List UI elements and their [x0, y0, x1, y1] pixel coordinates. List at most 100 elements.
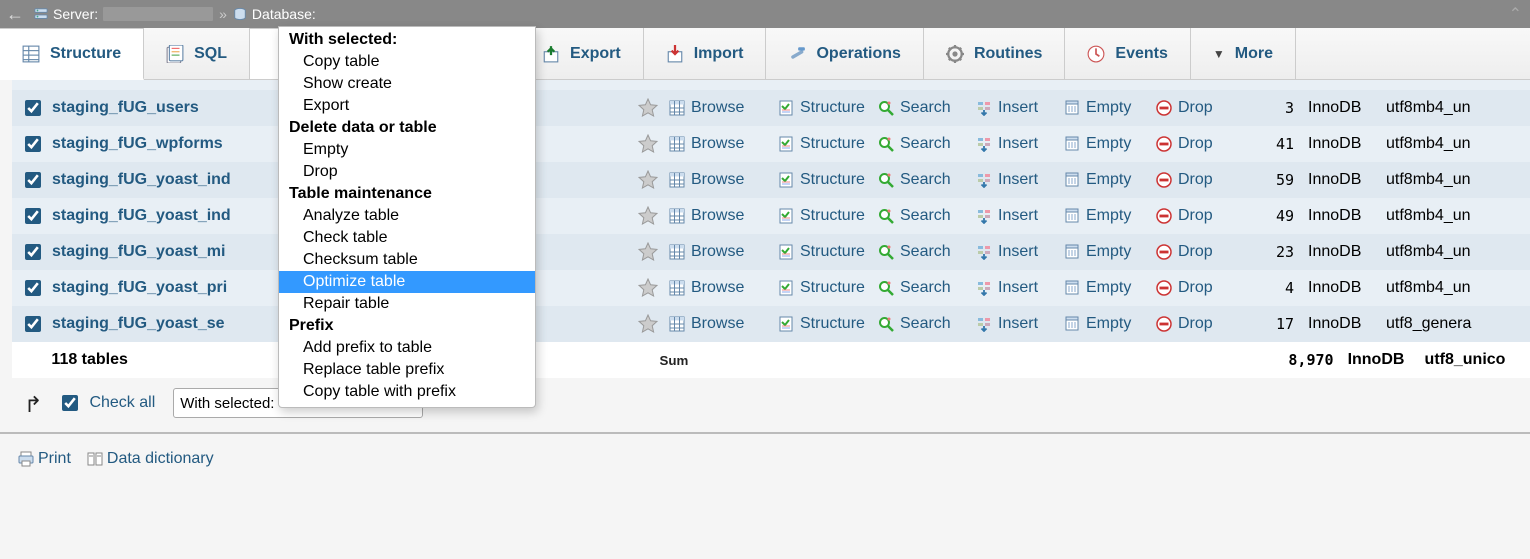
drop-link[interactable]: Drop: [1156, 315, 1240, 333]
structure-link[interactable]: Structure: [778, 243, 878, 261]
search-link[interactable]: Search: [878, 99, 976, 117]
favorite-star-icon[interactable]: [638, 134, 658, 154]
browse-link[interactable]: Browse: [669, 135, 778, 153]
search-link[interactable]: Search: [878, 279, 976, 297]
dropdown-item[interactable]: Drop: [279, 161, 535, 183]
tab-routines[interactable]: Routines: [924, 28, 1065, 79]
row-checkbox[interactable]: [25, 316, 41, 332]
tab-events[interactable]: Events: [1065, 28, 1190, 79]
dropdown-item[interactable]: Optimize table: [279, 271, 535, 293]
browse-icon: [669, 244, 685, 260]
data-dictionary-label: Data dictionary: [107, 450, 214, 468]
page-settings-icon[interactable]: [1478, 4, 1496, 25]
row-checkbox[interactable]: [25, 244, 41, 260]
browse-link[interactable]: Browse: [669, 315, 778, 333]
tab-label: Routines: [974, 45, 1042, 63]
browse-link[interactable]: Browse: [669, 99, 778, 117]
tab-structure[interactable]: Structure: [0, 28, 144, 80]
dropdown-item[interactable]: Analyze table: [279, 205, 535, 227]
dropdown-item[interactable]: Repair table: [279, 293, 535, 315]
empty-icon: [1064, 280, 1080, 296]
row-checkbox[interactable]: [25, 100, 41, 116]
drop-link[interactable]: Drop: [1156, 207, 1240, 225]
insert-link[interactable]: Insert: [976, 135, 1064, 153]
empty-link[interactable]: Empty: [1064, 315, 1156, 333]
search-link[interactable]: Search: [878, 171, 976, 189]
print-label: Print: [38, 450, 71, 468]
dropdown-item[interactable]: Copy table with prefix: [279, 381, 535, 403]
drop-link[interactable]: Drop: [1156, 99, 1240, 117]
browse-link[interactable]: Browse: [669, 279, 778, 297]
row-count: 59: [1240, 171, 1298, 189]
insert-link[interactable]: Insert: [976, 171, 1064, 189]
row-count: 41: [1240, 135, 1298, 153]
server-segment[interactable]: Server:: [34, 6, 213, 22]
export-icon: [542, 45, 560, 63]
structure-link[interactable]: Structure: [778, 171, 878, 189]
dropdown-item[interactable]: Add prefix to table: [279, 337, 535, 359]
structure-link[interactable]: Structure: [778, 99, 878, 117]
favorite-star-icon[interactable]: [638, 98, 658, 118]
empty-link[interactable]: Empty: [1064, 207, 1156, 225]
search-link[interactable]: Search: [878, 135, 976, 153]
browse-link[interactable]: Browse: [669, 207, 778, 225]
row-checkbox[interactable]: [25, 136, 41, 152]
insert-link[interactable]: Insert: [976, 99, 1064, 117]
favorite-star-icon[interactable]: [638, 314, 658, 334]
table-row: staging_fUG_yoast_se Browse Structure Se…: [12, 306, 1530, 342]
row-checkbox[interactable]: [25, 172, 41, 188]
dropdown-item[interactable]: Copy table: [279, 51, 535, 73]
dropdown-item[interactable]: Show create: [279, 73, 535, 95]
insert-link[interactable]: Insert: [976, 315, 1064, 333]
insert-link[interactable]: Insert: [976, 279, 1064, 297]
empty-link[interactable]: Empty: [1064, 243, 1156, 261]
structure-link[interactable]: Structure: [778, 207, 878, 225]
database-segment[interactable]: Database:: [233, 6, 316, 22]
print-link[interactable]: Print: [18, 450, 71, 468]
favorite-star-icon[interactable]: [638, 278, 658, 298]
tab-more[interactable]: ▼ More: [1191, 28, 1296, 79]
tab-import[interactable]: Import: [644, 28, 767, 79]
row-checkbox[interactable]: [25, 208, 41, 224]
print-icon: [18, 451, 34, 467]
dropdown-item[interactable]: Replace table prefix: [279, 359, 535, 381]
dropdown-item[interactable]: Empty: [279, 139, 535, 161]
tab-operations[interactable]: Operations: [766, 28, 923, 79]
favorite-star-icon[interactable]: [638, 206, 658, 226]
with-selected-dropdown[interactable]: With selected: Copy tableShow createExpo…: [278, 26, 536, 408]
drop-link[interactable]: Drop: [1156, 135, 1240, 153]
drop-link[interactable]: Drop: [1156, 279, 1240, 297]
drop-link[interactable]: Drop: [1156, 243, 1240, 261]
drop-link[interactable]: Drop: [1156, 171, 1240, 189]
row-checkbox[interactable]: [25, 280, 41, 296]
data-dictionary-link[interactable]: Data dictionary: [87, 450, 214, 468]
insert-link[interactable]: Insert: [976, 243, 1064, 261]
empty-link[interactable]: Empty: [1064, 135, 1156, 153]
import-icon: [666, 45, 684, 63]
insert-link[interactable]: Insert: [976, 207, 1064, 225]
structure-link[interactable]: Structure: [778, 135, 878, 153]
favorite-star-icon[interactable]: [638, 242, 658, 262]
empty-link[interactable]: Empty: [1064, 171, 1156, 189]
empty-link[interactable]: Empty: [1064, 279, 1156, 297]
favorite-star-icon[interactable]: [638, 170, 658, 190]
dropdown-item[interactable]: Checksum table: [279, 249, 535, 271]
search-link[interactable]: Search: [878, 315, 976, 333]
dropdown-item[interactable]: Export: [279, 95, 535, 117]
check-all-checkbox[interactable]: Check all: [58, 392, 155, 414]
search-link[interactable]: Search: [878, 207, 976, 225]
structure-icon: [778, 280, 794, 296]
back-arrow-icon[interactable]: ←: [6, 4, 24, 25]
insert-icon: [976, 136, 992, 152]
tab-sql[interactable]: SQL: [144, 28, 250, 79]
search-link[interactable]: Search: [878, 243, 976, 261]
tab-export[interactable]: Export: [520, 28, 644, 79]
collapse-icon[interactable]: ⌃: [1509, 4, 1522, 24]
dropdown-item[interactable]: Check table: [279, 227, 535, 249]
check-all-input[interactable]: [62, 395, 78, 411]
structure-link[interactable]: Structure: [778, 279, 878, 297]
browse-link[interactable]: Browse: [669, 171, 778, 189]
empty-link[interactable]: Empty: [1064, 99, 1156, 117]
browse-link[interactable]: Browse: [669, 243, 778, 261]
structure-link[interactable]: Structure: [778, 315, 878, 333]
